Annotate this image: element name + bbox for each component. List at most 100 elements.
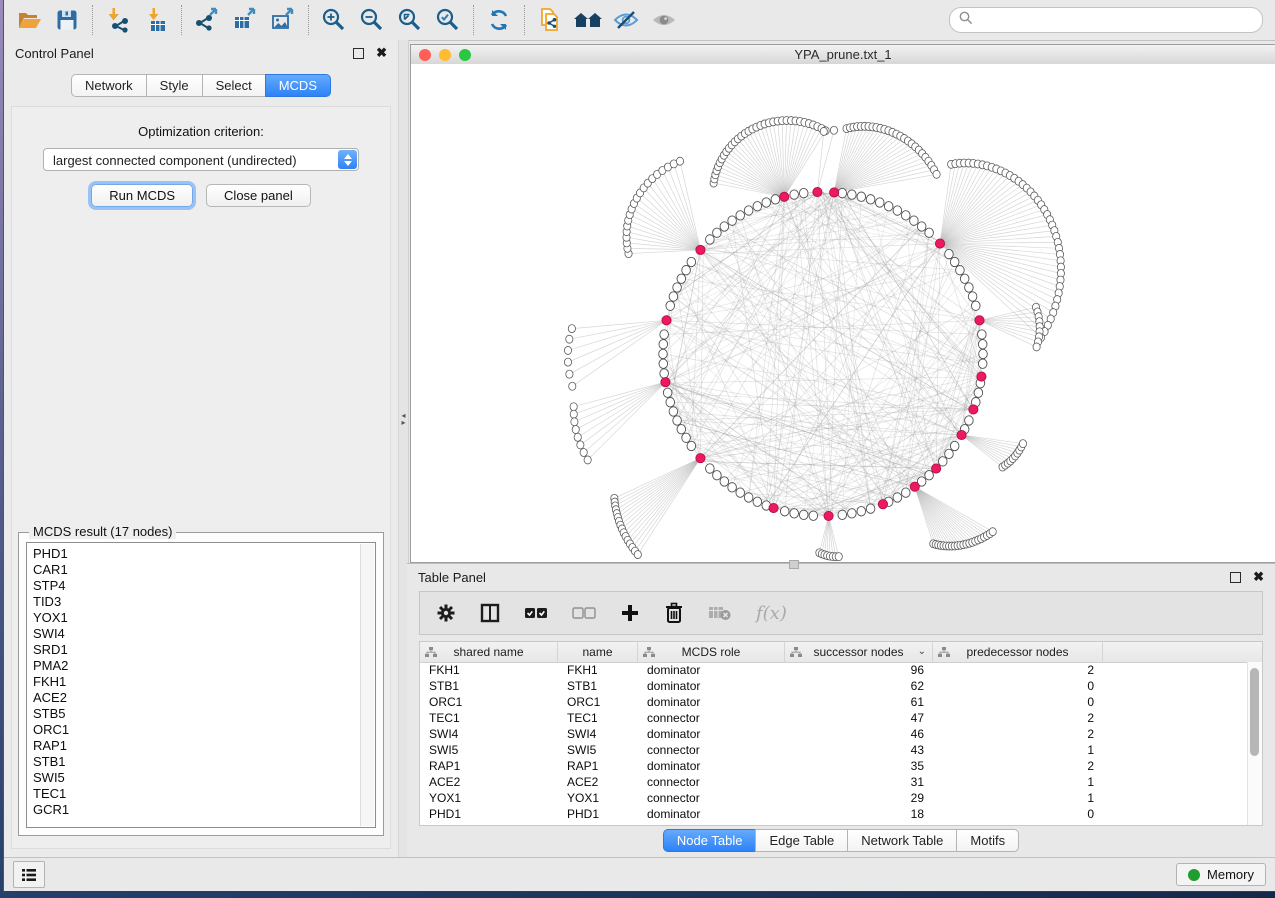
mcds-result-item[interactable]: SWI5: [27, 770, 375, 786]
mcds-result-list[interactable]: PHD1CAR1STP4TID3YOX1SWI4SRD1PMA2FKH1ACE2…: [26, 542, 376, 828]
zoom-selected-icon[interactable]: [432, 5, 464, 35]
list-icon: [21, 868, 37, 882]
float-panel-icon[interactable]: [353, 48, 364, 59]
mcds-result-item[interactable]: CAR1: [27, 562, 375, 578]
table-row[interactable]: SWI4SWI4dominator462: [420, 726, 1248, 742]
table-cell: RAP1: [420, 758, 558, 774]
table-close-icon[interactable]: ✖: [1253, 572, 1264, 582]
table-cell: SWI4: [558, 726, 638, 742]
hide-selected-icon[interactable]: [610, 5, 642, 35]
tab-edge-table[interactable]: Edge Table: [755, 829, 847, 852]
table-cell: dominator: [638, 806, 785, 822]
close-panel-button[interactable]: Close panel: [206, 184, 311, 207]
select-stepper-icon: [338, 150, 357, 169]
deselect-all-columns-icon[interactable]: [572, 598, 596, 628]
mcds-panel: Optimization criterion: largest connecte…: [11, 106, 391, 849]
run-mcds-button[interactable]: Run MCDS: [91, 184, 193, 207]
tab-style[interactable]: Style: [146, 74, 202, 97]
delete-column-icon[interactable]: [664, 598, 684, 628]
table-cell: 0: [933, 678, 1103, 694]
mcds-result-item[interactable]: YOX1: [27, 610, 375, 626]
mcds-result-item[interactable]: TID3: [27, 594, 375, 610]
first-neighbors-icon[interactable]: [572, 5, 604, 35]
table-scrollbar-thumb[interactable]: [1250, 668, 1259, 756]
table-row[interactable]: YOX1YOX1connector291: [420, 790, 1248, 806]
show-columns-icon[interactable]: [480, 598, 500, 628]
mcds-result-item[interactable]: STB1: [27, 754, 375, 770]
mcds-result-item[interactable]: RAP1: [27, 738, 375, 754]
splitter-grip[interactable]: [789, 560, 799, 569]
table-cell: 1: [933, 742, 1103, 758]
mcds-result-item[interactable]: SWI4: [27, 626, 375, 642]
table-cell: STB1: [420, 678, 558, 694]
table-float-icon[interactable]: [1230, 572, 1241, 583]
mcds-result-item[interactable]: FKH1: [27, 674, 375, 690]
tab-mcds[interactable]: MCDS: [265, 74, 331, 97]
sort-desc-icon: ⌄: [918, 646, 926, 657]
mcds-result-item[interactable]: ORC1: [27, 722, 375, 738]
delete-table-icon: [708, 598, 732, 628]
column-header-shared-name[interactable]: shared name: [420, 642, 558, 662]
column-header-name[interactable]: name: [558, 642, 638, 662]
task-history-button[interactable]: [13, 861, 45, 888]
add-column-icon[interactable]: [620, 598, 640, 628]
column-header-successor-nodes[interactable]: successor nodes⌄: [785, 642, 933, 662]
mcds-result-item[interactable]: GCR1: [27, 802, 375, 818]
table-row[interactable]: PHD1PHD1dominator180: [420, 806, 1248, 822]
table-row[interactable]: TEC1TEC1connector472: [420, 710, 1248, 726]
zoom-in-icon[interactable]: [318, 5, 350, 35]
mcds-result-item[interactable]: ACE2: [27, 690, 375, 706]
zoom-fit-icon[interactable]: [394, 5, 426, 35]
export-table-icon[interactable]: [229, 5, 261, 35]
table-cell: dominator: [638, 726, 785, 742]
mcds-result-title: MCDS result (17 nodes): [29, 524, 176, 539]
table-cell: ORC1: [420, 694, 558, 710]
mcds-result-item[interactable]: STP4: [27, 578, 375, 594]
export-image-icon[interactable]: [267, 5, 299, 35]
search-input[interactable]: [979, 12, 1253, 29]
table-row[interactable]: SWI5SWI5connector431: [420, 742, 1248, 758]
select-all-columns-icon[interactable]: [524, 598, 548, 628]
settings-icon[interactable]: [436, 598, 456, 628]
table-row[interactable]: ACE2ACE2connector311: [420, 774, 1248, 790]
mcds-result-item[interactable]: PHD1: [27, 546, 375, 562]
tab-motifs[interactable]: Motifs: [956, 829, 1019, 852]
close-panel-icon[interactable]: ✖: [376, 48, 387, 58]
duplicate-network-icon[interactable]: [534, 5, 566, 35]
mcds-result-item[interactable]: TEC1: [27, 786, 375, 802]
control-panel-tabbar: NetworkStyleSelectMCDS: [71, 74, 331, 97]
table-scrollbar[interactable]: [1247, 662, 1262, 825]
table-cell: 1: [933, 774, 1103, 790]
open-session-icon[interactable]: [13, 5, 45, 35]
tab-node-table[interactable]: Node Table: [663, 829, 756, 852]
import-network-icon[interactable]: [102, 5, 134, 35]
criterion-select[interactable]: largest connected component (undirected): [43, 148, 359, 171]
table-row[interactable]: RAP1RAP1dominator352: [420, 758, 1248, 774]
export-network-icon[interactable]: [191, 5, 223, 35]
tab-network[interactable]: Network: [71, 74, 146, 97]
zoom-out-icon[interactable]: [356, 5, 388, 35]
tab-network-table[interactable]: Network Table: [847, 829, 956, 852]
table-row[interactable]: STB1STB1dominator620: [420, 678, 1248, 694]
import-table-icon[interactable]: [140, 5, 172, 35]
mcds-list-scrollbar[interactable]: [360, 544, 374, 826]
criterion-value: largest connected component (undirected): [53, 153, 297, 168]
node-table[interactable]: shared namenameMCDS rolesuccessor nodes⌄…: [419, 641, 1263, 826]
network-canvas[interactable]: [411, 64, 1275, 562]
table-row[interactable]: FKH1FKH1dominator962: [420, 662, 1248, 678]
table-row[interactable]: ORC1ORC1dominator610: [420, 694, 1248, 710]
refresh-layout-icon[interactable]: [483, 5, 515, 35]
mcds-result-item[interactable]: SRD1: [27, 642, 375, 658]
table-panel: Table Panel ✖: [407, 563, 1275, 857]
tab-select[interactable]: Select: [202, 74, 265, 97]
show-all-icon[interactable]: [648, 5, 680, 35]
table-cell: RAP1: [558, 758, 638, 774]
mcds-result-item[interactable]: PMA2: [27, 658, 375, 674]
column-header-MCDS-role[interactable]: MCDS role: [638, 642, 785, 662]
network-window-titlebar[interactable]: YPA_prune.txt_1: [411, 45, 1275, 65]
column-header-predecessor-nodes[interactable]: predecessor nodes: [933, 642, 1103, 662]
memory-button[interactable]: Memory: [1176, 863, 1266, 886]
mcds-result-item[interactable]: STB5: [27, 706, 375, 722]
save-session-icon[interactable]: [51, 5, 83, 35]
search-box[interactable]: [949, 7, 1263, 33]
